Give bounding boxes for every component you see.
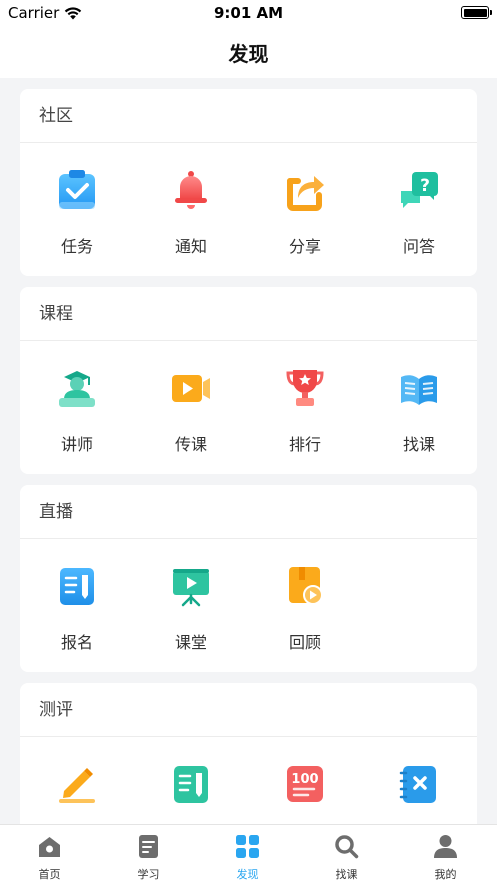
exam-paper-icon	[174, 766, 208, 803]
tab-bar: 首页 学习 发现 找课 我的	[0, 824, 497, 883]
book-icon	[401, 375, 437, 405]
item-task[interactable]: 任务	[20, 143, 134, 276]
item-label: 讲师	[60, 435, 93, 454]
clipboard-check-icon	[59, 170, 95, 209]
signup-form-icon	[60, 568, 94, 605]
tab-study[interactable]: 学习	[99, 825, 198, 883]
pencil-edit-icon	[59, 768, 95, 803]
tab-label: 我的	[434, 868, 457, 881]
tab-find-course[interactable]: 找课	[297, 825, 396, 883]
tab-label: 学习	[137, 868, 160, 881]
profile-icon	[434, 835, 457, 858]
item-label: 课堂	[174, 633, 207, 652]
item-share[interactable]: 分享	[248, 143, 362, 276]
section-live: 直播 报名 课堂 回顾	[20, 485, 477, 672]
item-assessment-mistakes[interactable]	[362, 737, 476, 824]
study-doc-icon	[139, 835, 158, 858]
section-title: 测评	[20, 683, 477, 737]
svg-text:100: 100	[291, 772, 318, 787]
presentation-board-icon	[173, 569, 209, 607]
item-label: 通知	[174, 237, 207, 256]
status-bar: Carrier 9:01 AM	[0, 0, 497, 26]
question-chat-icon: ?	[401, 172, 438, 208]
section-title: 社区	[20, 89, 477, 143]
section-assessment: 测评 100	[20, 683, 477, 824]
item-label: 问答	[402, 237, 435, 256]
item-label: 分享	[288, 237, 321, 256]
item-upload-course[interactable]: 传课	[134, 341, 248, 474]
item-label: 回顾	[288, 633, 321, 652]
score-100-icon: 100	[287, 766, 323, 802]
item-assessment-exam[interactable]	[134, 737, 248, 824]
tab-discover[interactable]: 发现	[198, 825, 297, 883]
teacher-icon	[59, 371, 95, 407]
battery-icon	[461, 6, 492, 19]
tab-label: 找课	[335, 868, 358, 881]
replay-book-icon	[289, 567, 323, 605]
item-assessment-score[interactable]: 100	[248, 737, 362, 824]
item-label: 传课	[174, 435, 207, 454]
discover-grid-icon	[236, 835, 259, 858]
item-ranking[interactable]: 排行	[248, 341, 362, 474]
video-camera-icon	[172, 375, 210, 402]
item-label: 任务	[60, 237, 93, 256]
section-title: 课程	[20, 287, 477, 341]
item-review[interactable]: 回顾	[248, 539, 362, 672]
item-signup[interactable]: 报名	[20, 539, 134, 672]
tab-label: 首页	[38, 868, 61, 881]
share-icon	[287, 176, 324, 211]
item-classroom[interactable]: 课堂	[134, 539, 248, 672]
item-assessment-edit[interactable]	[20, 737, 134, 824]
item-label: 排行	[288, 435, 321, 454]
section-community: 社区 任务 通知 分享 ? 问答	[20, 89, 477, 276]
item-label: 报名	[60, 633, 93, 652]
search-icon	[335, 835, 359, 859]
tab-label: 发现	[236, 868, 259, 881]
bell-icon	[175, 171, 207, 209]
item-qa[interactable]: ? 问答	[362, 143, 476, 276]
status-time: 9:01 AM	[213, 4, 284, 22]
wrong-notebook-icon	[399, 766, 436, 803]
navigation-bar: 发现	[0, 26, 497, 78]
item-label: 找课	[402, 435, 435, 454]
tab-home[interactable]: 首页	[0, 825, 99, 883]
section-title: 直播	[20, 485, 477, 539]
item-notice[interactable]: 通知	[134, 143, 248, 276]
home-icon	[39, 837, 60, 857]
page-title: 发现	[228, 42, 269, 66]
svg-text:?: ?	[420, 176, 430, 196]
section-courses: 课程 讲师 传课 排行 找课	[20, 287, 477, 474]
trophy-icon	[286, 370, 324, 406]
tab-profile[interactable]: 我的	[396, 825, 495, 883]
discover-content[interactable]: 社区 任务 通知 分享 ? 问答 课程 讲师 传课 排行 找课 直播 报名 课堂…	[0, 78, 497, 824]
item-teacher[interactable]: 讲师	[20, 341, 134, 474]
item-find-course[interactable]: 找课	[362, 341, 476, 474]
